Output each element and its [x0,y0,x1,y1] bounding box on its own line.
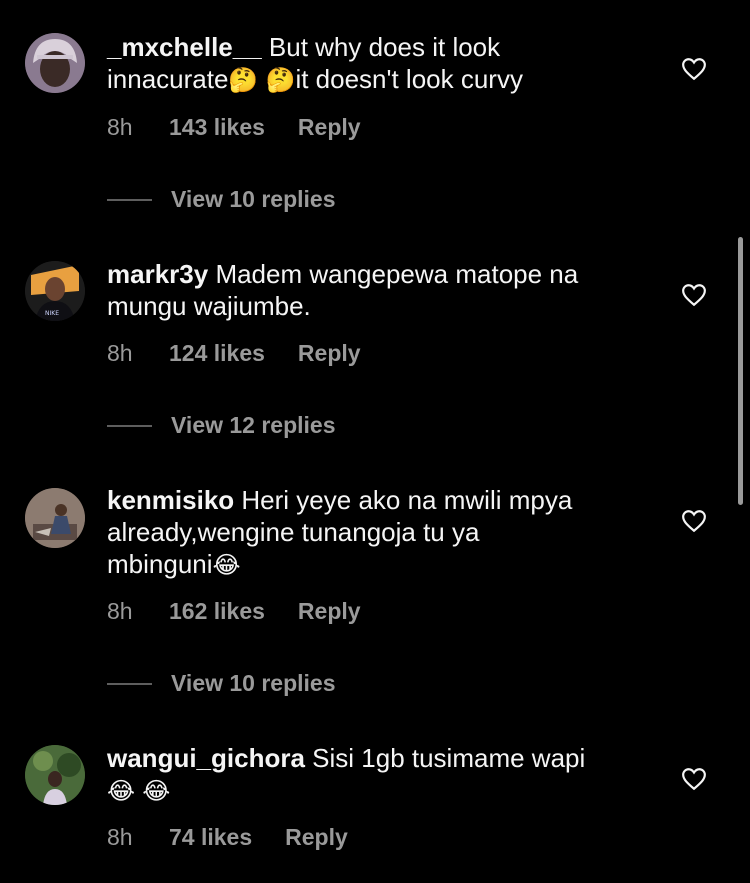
likes-count[interactable]: 143 likes [169,114,265,141]
reply-button[interactable]: Reply [298,598,361,625]
comment-time: 8h [107,598,133,624]
comment-meta: 8h 143 likes Reply [107,114,361,141]
comment-meta: 8h 124 likes Reply [107,340,361,367]
likes-count[interactable]: 162 likes [169,598,265,625]
reply-button[interactable]: Reply [298,340,361,367]
comment-username[interactable]: markr3y [107,259,208,289]
comment-time: 8h [107,114,133,140]
comment-text: wangui_gichora Sisi 1gb tusimame wapi 😂 … [107,743,586,805]
heart-outline-icon[interactable] [681,282,707,308]
view-replies-button[interactable]: View 10 replies [107,670,336,697]
comment-username[interactable]: wangui_gichora [107,743,305,773]
view-replies-button[interactable]: View 12 replies [107,412,336,439]
divider-line [107,424,152,427]
view-replies-button[interactable]: View 10 replies [107,186,336,213]
laughing-emoji: 😂 [212,551,241,579]
comment-meta: 8h 162 likes Reply [107,598,361,625]
likes-count[interactable]: 74 likes [169,824,252,851]
thinking-emoji: 🤔 [265,66,296,94]
avatar[interactable] [25,488,85,548]
laughing-emoji: 😂 [142,777,171,805]
thinking-emoji: 🤔 [228,66,259,94]
comment-text: _mxchelle__ But why does it look innacur… [107,32,523,94]
comment-meta: 8h 74 likes Reply [107,824,348,851]
heart-outline-icon[interactable] [681,766,707,792]
divider-line [107,682,152,685]
comment-text: markr3y Madem wangepewa matope na mungu … [107,259,579,321]
avatar[interactable]: NIKE [25,261,85,321]
comment-time: 8h [107,340,133,366]
reply-button[interactable]: Reply [285,824,348,851]
comment-text: kenmisiko Heri yeye ako na mwili mpya al… [107,485,573,579]
divider-line [107,198,152,201]
heart-outline-icon[interactable] [681,56,707,82]
likes-count[interactable]: 124 likes [169,340,265,367]
avatar[interactable] [25,33,85,93]
laughing-emoji: 😂 [107,777,136,805]
scrollbar[interactable] [738,237,743,505]
svg-text:NIKE: NIKE [45,310,59,317]
comment-username[interactable]: kenmisiko [107,485,234,515]
comment-time: 8h [107,824,133,850]
avatar[interactable] [25,745,85,805]
heart-outline-icon[interactable] [681,508,707,534]
comment-username[interactable]: _mxchelle__ [107,32,262,62]
reply-button[interactable]: Reply [298,114,361,141]
